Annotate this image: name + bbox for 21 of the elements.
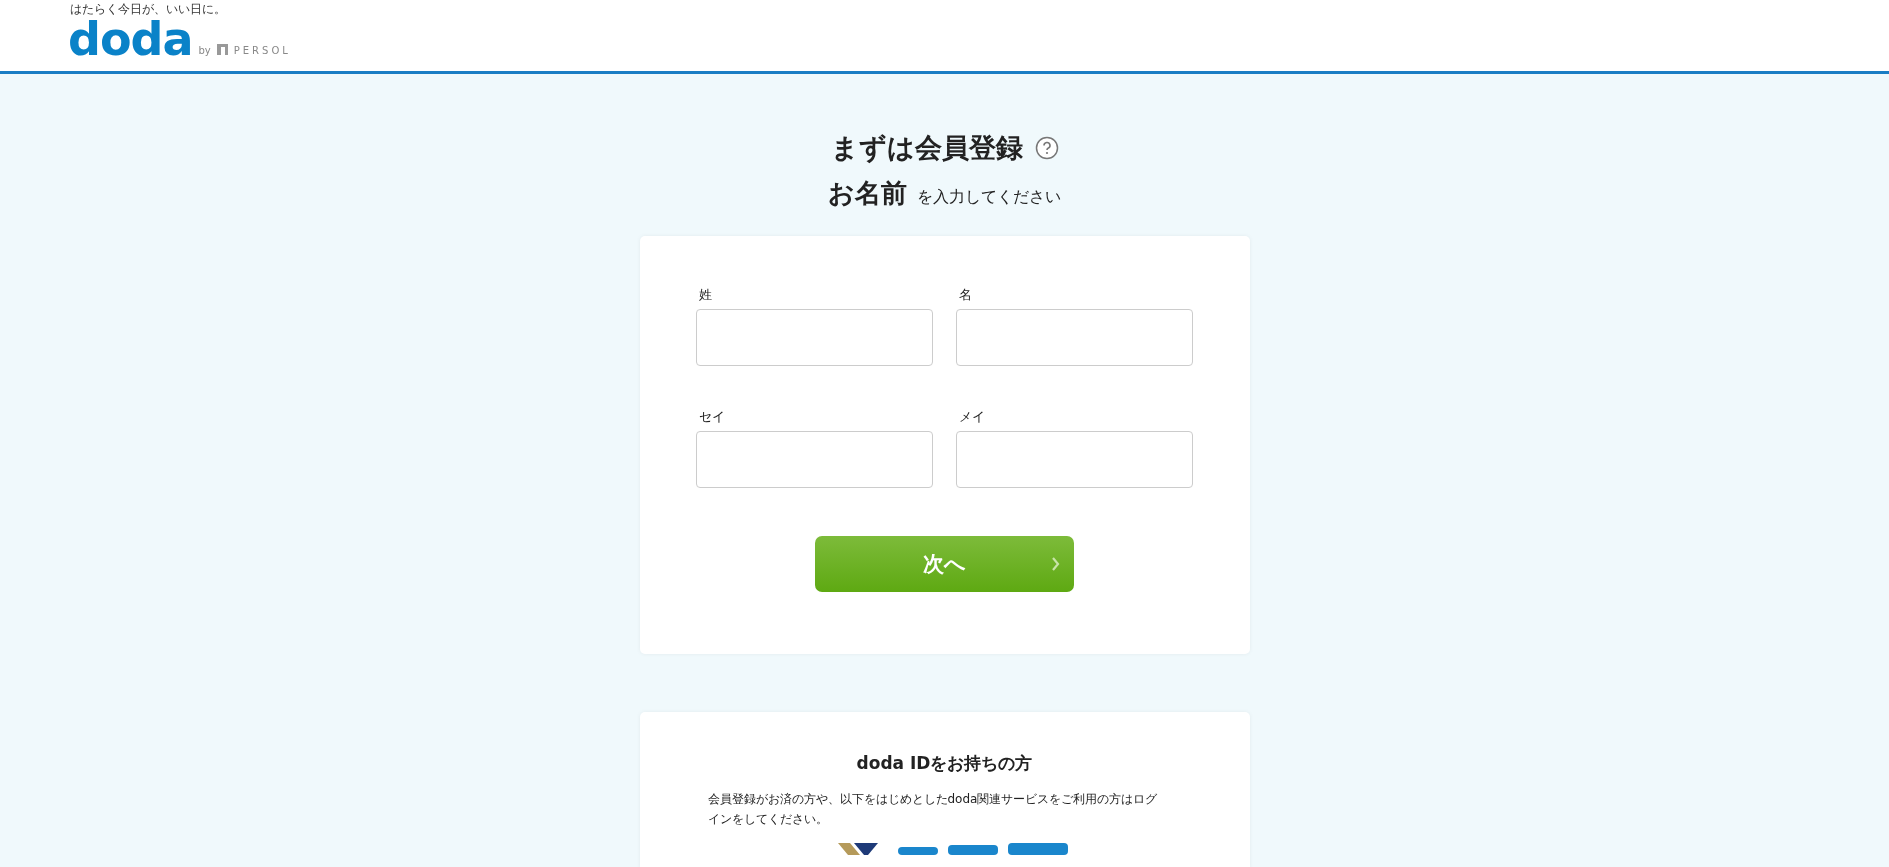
field-label: セイ [698,408,726,426]
by-text: by [198,45,211,56]
brand-name: PERSOL [233,45,291,56]
tagline: はたらく今日が、いい日に。 [70,3,227,16]
input-field[interactable] [695,431,933,488]
input-field[interactable] [695,309,933,366]
next-button[interactable]: 次へ [815,536,1074,592]
chevron-icon [1052,557,1060,571]
input-field[interactable] [955,309,1193,366]
help-icon[interactable] [1034,136,1059,160]
login-description: 会員登録がお済の方や、以下をはじめとしたdoda関連サービスをご利用の方はログインをしてください。 [707,791,1159,828]
field-label: メイ [958,408,986,426]
field-label: 名 [958,286,973,304]
page-title: まずは会員登録 [830,131,1023,165]
input-field[interactable] [955,431,1193,488]
square-icon [216,44,228,55]
subtitle-text: を入力してください [917,187,1061,208]
login-title: doda IDをお持ちの方 [855,752,1034,775]
logo[interactable]: doda [68,16,193,62]
field-label: 姓 [698,286,713,304]
subtitle-emphasis: お名前 [828,177,907,210]
